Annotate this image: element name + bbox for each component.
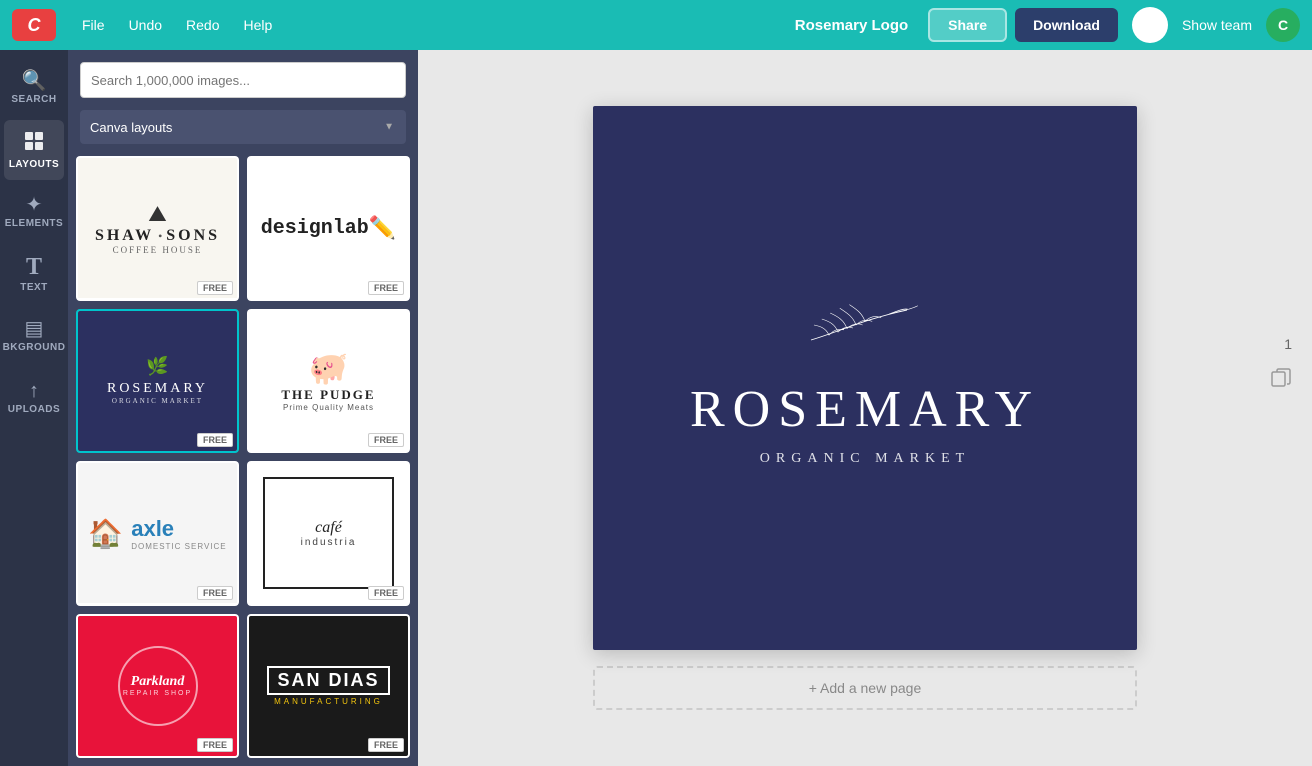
shaw-badge: FREE	[197, 281, 233, 295]
tool-text-label: TEXT	[20, 282, 48, 293]
tool-elements-label: ELEMENTS	[5, 218, 63, 229]
canvas-area: ROSEMARY ORGANIC MARKET + Add a new page…	[418, 50, 1312, 766]
parkland-sub: REPAIR SHOP	[123, 690, 192, 697]
tool-text[interactable]: T TEXT	[4, 244, 64, 304]
axle-sub: DOMESTIC SERVICE	[131, 542, 226, 551]
menu-redo[interactable]: Redo	[176, 13, 229, 37]
pudge-title: THE PUDGE	[281, 387, 375, 403]
share-button[interactable]: Share	[928, 8, 1007, 42]
axle-icon: 🏠	[88, 517, 123, 550]
sandias-sub: MANUFACTURING	[274, 697, 383, 706]
parkland-badge: FREE	[197, 738, 233, 752]
designlab-text: designlab	[261, 217, 369, 240]
designlab-badge: FREE	[368, 281, 404, 295]
shaw-sons: SONS	[166, 227, 220, 245]
doc-title: Rosemary Logo	[795, 17, 908, 34]
design-canvas[interactable]: ROSEMARY ORGANIC MARKET	[593, 106, 1137, 650]
search-icon: 🔍	[22, 71, 47, 91]
layouts-icon	[23, 130, 45, 156]
add-page-button[interactable]: + Add a new page	[593, 666, 1137, 710]
cafe-title: café	[315, 519, 342, 537]
rosemary-sprig-svg	[805, 290, 925, 360]
tool-uploads[interactable]: ↑ UPLOADS	[4, 368, 64, 428]
canvas-title: ROSEMARY	[690, 380, 1040, 439]
tool-uploads-label: UPLOADS	[8, 404, 60, 415]
axle-text: axle	[131, 516, 226, 542]
panel-search-area	[68, 50, 418, 110]
tool-elements[interactable]: ✦ ELEMENTS	[4, 182, 64, 242]
rosemary-sprig-icon: 🌿	[146, 356, 168, 377]
tool-search-label: SEARCH	[11, 94, 56, 105]
canva-logo[interactable]: C	[12, 9, 56, 41]
axle-badge: FREE	[197, 586, 233, 600]
menu-help[interactable]: Help	[234, 13, 283, 37]
avatar	[1132, 7, 1168, 43]
copy-icon[interactable]	[1270, 366, 1292, 394]
parkland-title: Parkland	[131, 674, 185, 690]
app-body: 🔍 SEARCH LAYOUTS ✦ ELEMENTS T TEXT ▤	[0, 50, 1312, 766]
shaw-sub: COFFEE HOUSE	[113, 245, 203, 255]
menu-undo[interactable]: Undo	[119, 13, 172, 37]
tool-search[interactable]: 🔍 SEARCH	[4, 58, 64, 118]
panel-filter-area: Canva layouts My layouts All layouts	[68, 110, 418, 156]
tool-background[interactable]: ▤ BKGROUND	[4, 306, 64, 366]
layout-card-axle[interactable]: 🏠 axle DOMESTIC SERVICE FREE	[76, 461, 239, 606]
cafe-sub: industria	[301, 537, 357, 548]
uploads-icon: ↑	[29, 381, 39, 401]
layout-card-designlab[interactable]: designlab ✏️ FREE	[247, 156, 410, 301]
layout-card-parkland[interactable]: Parkland REPAIR SHOP FREE	[76, 614, 239, 759]
page-number: 1	[1284, 336, 1292, 352]
download-button[interactable]: Download	[1015, 8, 1118, 42]
tools-sidebar: 🔍 SEARCH LAYOUTS ✦ ELEMENTS T TEXT ▤	[0, 50, 68, 766]
pudge-badge: FREE	[368, 433, 404, 447]
user-avatar[interactable]: C	[1266, 8, 1300, 42]
shaw-title: SHAW	[95, 227, 154, 245]
background-icon: ▤	[25, 319, 44, 339]
topnav: C File Undo Redo Help Rosemary Logo Shar…	[0, 0, 1312, 50]
menu-file[interactable]: File	[72, 13, 115, 37]
rosemary-tpl-sub: ORGANIC MARKET	[112, 397, 203, 405]
layouts-grid: ⛰ SHAW • SONS COFFEE HOUSE FREE design	[68, 156, 418, 766]
text-icon: T	[26, 255, 42, 279]
filter-select[interactable]: Canva layouts My layouts All layouts	[80, 110, 406, 144]
shaw-mountain-icon: ⛰	[148, 201, 166, 227]
nav-menu: File Undo Redo Help	[72, 13, 282, 37]
layout-card-shaw[interactable]: ⛰ SHAW • SONS COFFEE HOUSE FREE	[76, 156, 239, 301]
layout-card-rosemary[interactable]: 🌿 ROSEMARY ORGANIC MARKET FREE	[76, 309, 239, 454]
designlab-pencil: ✏️	[369, 215, 396, 241]
sandias-title: SAN DIAS	[267, 666, 389, 695]
layout-card-pudge[interactable]: 🐖 THE PUDGE Prime Quality Meats FREE	[247, 309, 410, 454]
elements-icon: ✦	[26, 195, 43, 215]
pudge-icon: 🐖	[309, 349, 349, 387]
rosemary-tpl-title: ROSEMARY	[107, 381, 208, 397]
cafe-badge: FREE	[368, 586, 404, 600]
rosemary-badge: FREE	[197, 433, 233, 447]
layout-card-sandias[interactable]: SAN DIAS MANUFACTURING FREE	[247, 614, 410, 759]
layout-card-cafe[interactable]: café industria FREE	[247, 461, 410, 606]
panel: Canva layouts My layouts All layouts ⛰ S…	[68, 50, 418, 766]
search-input[interactable]	[80, 62, 406, 98]
tool-layouts[interactable]: LAYOUTS	[4, 120, 64, 180]
pudge-sub: Prime Quality Meats	[283, 403, 374, 412]
tool-background-label: BKGROUND	[3, 342, 66, 353]
sandias-badge: FREE	[368, 738, 404, 752]
canvas-subtitle: ORGANIC MARKET	[760, 451, 970, 467]
show-team-button[interactable]: Show team	[1182, 17, 1252, 33]
tool-layouts-label: LAYOUTS	[9, 159, 59, 170]
canvas-container: ROSEMARY ORGANIC MARKET + Add a new page	[593, 106, 1137, 710]
